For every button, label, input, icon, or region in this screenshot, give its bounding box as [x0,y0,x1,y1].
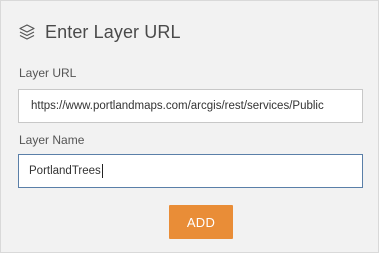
layer-name-input[interactable]: PortlandTrees [18,154,363,188]
page-title: Enter Layer URL [45,21,181,42]
enter-layer-url-panel: Enter Layer URL Layer URL https://www.po… [0,0,379,253]
panel-header: Enter Layer URL [18,19,181,45]
layer-name-label: Layer Name [19,133,85,147]
text-caret [101,164,103,178]
layer-name-value: PortlandTrees [29,165,101,177]
add-button[interactable]: ADD [169,205,233,239]
layer-url-input[interactable]: https://www.portlandmaps.com/arcgis/rest… [18,89,363,123]
layers-icon [18,23,36,41]
layer-url-value: https://www.portlandmaps.com/arcgis/rest… [31,100,324,112]
layer-url-label: Layer URL [19,66,77,80]
